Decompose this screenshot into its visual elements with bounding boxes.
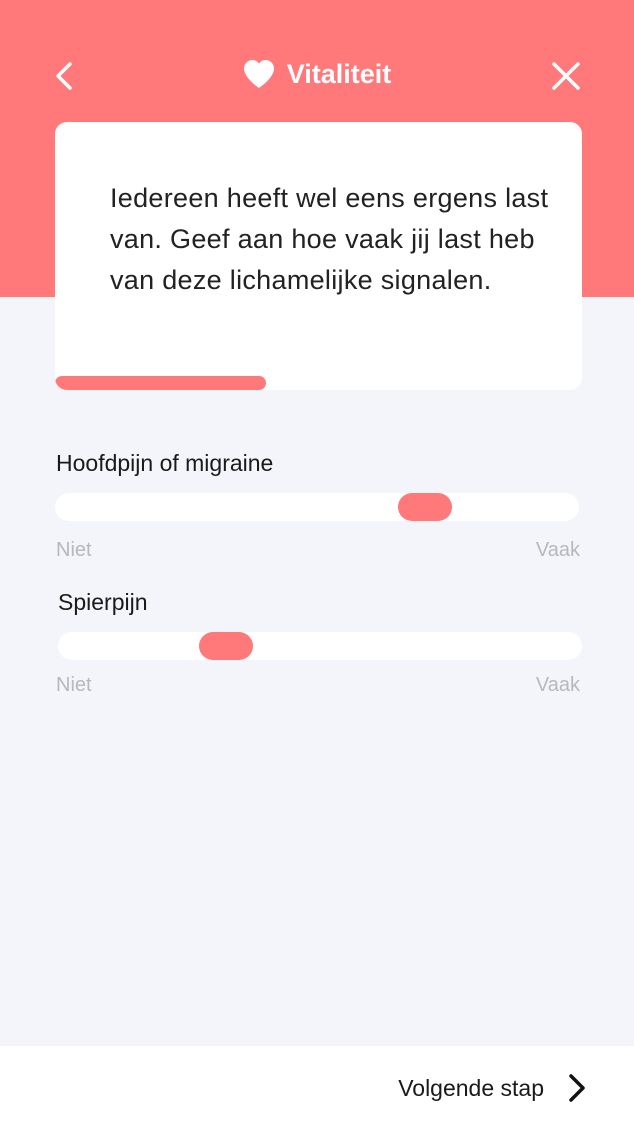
headache-slider-track[interactable] — [55, 493, 579, 521]
heart-icon — [243, 58, 275, 90]
close-button[interactable] — [546, 56, 586, 96]
headache-max-label: Vaak — [535, 539, 580, 561]
muscle-pain-slider-thumb[interactable] — [199, 632, 253, 660]
page-title: Vitaliteit — [286, 58, 392, 89]
intro-card: Iedereen heeft wel eens ergens last van.… — [55, 122, 582, 390]
muscle-pain-max-label: Vaak — [535, 674, 580, 696]
intro-text: Iedereen heeft wel eens ergens last van.… — [110, 183, 549, 295]
muscle-pain-slider-track[interactable] — [58, 632, 582, 660]
question-label-muscle-pain: Spierpijn — [58, 589, 148, 615]
step-progress-fill — [55, 376, 266, 390]
headache-min-label: Niet — [56, 539, 92, 561]
next-step-button[interactable]: Volgende stap — [398, 1068, 588, 1108]
step-progress-bar — [55, 376, 582, 390]
chevron-right-icon — [566, 1073, 588, 1103]
headache-slider-thumb[interactable] — [398, 493, 453, 521]
question-label-headache: Hoofdpijn of migraine — [56, 450, 274, 476]
footer-bar: Volgende stap — [0, 1046, 634, 1127]
muscle-pain-min-label: Niet — [56, 674, 92, 696]
close-icon — [552, 62, 580, 90]
next-step-label: Volgende stap — [398, 1074, 544, 1101]
header-title: Vitaliteit — [0, 52, 634, 96]
